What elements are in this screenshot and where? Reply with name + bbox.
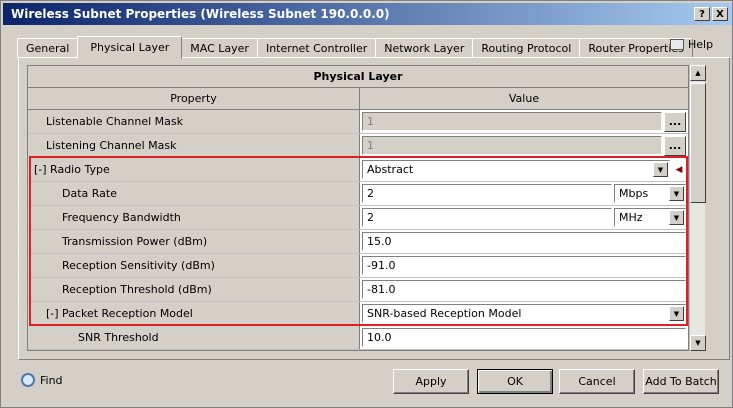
- chevron-down-icon[interactable]: ▼: [669, 186, 684, 201]
- scroll-thumb[interactable]: [690, 83, 706, 203]
- help-link[interactable]: Help: [670, 38, 713, 51]
- data-rate-unit: Mbps: [619, 187, 649, 200]
- window-title: Wireless Subnet Properties (Wireless Sub…: [11, 7, 390, 21]
- row-listenable-channel-mask: Listenable Channel Mask 1 ...: [28, 110, 688, 134]
- help-label: Help: [688, 38, 714, 51]
- column-value[interactable]: Value: [360, 88, 688, 109]
- property-label[interactable]: [-] Radio Type: [28, 158, 360, 181]
- chevron-down-icon[interactable]: ▼: [669, 306, 684, 321]
- speaker-icon[interactable]: ◀: [672, 163, 686, 177]
- cancel-button[interactable]: Cancel: [559, 369, 635, 394]
- property-label: SNR Threshold: [28, 326, 360, 349]
- scroll-up-icon[interactable]: ▲: [690, 65, 706, 81]
- property-label: Listenable Channel Mask: [28, 110, 360, 133]
- data-rate-input[interactable]: 2: [362, 184, 612, 203]
- column-property[interactable]: Property: [28, 88, 360, 109]
- section-header: Physical Layer: [28, 66, 688, 88]
- tab-routing-protocol[interactable]: Routing Protocol: [472, 38, 581, 58]
- transmission-power-input[interactable]: 15.0: [362, 232, 686, 251]
- tab-mac-layer[interactable]: MAC Layer: [181, 38, 258, 58]
- magnifier-icon: [21, 373, 35, 387]
- row-packet-reception-model: [-] Packet Reception Model SNR-based Rec…: [28, 302, 688, 326]
- row-listening-channel-mask: Listening Channel Mask 1 ...: [28, 134, 688, 158]
- ok-button[interactable]: OK: [477, 369, 553, 394]
- property-label: Transmission Power (dBm): [28, 230, 360, 253]
- frequency-bandwidth-unit-select[interactable]: MHz ▼: [614, 208, 686, 227]
- property-grid: Physical Layer Property Value Listenable…: [27, 65, 689, 351]
- property-label: Reception Threshold (dBm): [28, 278, 360, 301]
- help-title-button[interactable]: ?: [694, 7, 710, 21]
- tab-internet-controller[interactable]: Internet Controller: [256, 38, 377, 58]
- vertical-scrollbar[interactable]: ▲ ▼: [689, 65, 706, 351]
- packet-reception-model-select[interactable]: SNR-based Reception Model ▼: [362, 304, 686, 323]
- close-button[interactable]: X: [712, 7, 728, 21]
- property-label[interactable]: [-] Packet Reception Model: [28, 302, 360, 325]
- listening-channel-mask-field: 1: [362, 136, 662, 155]
- row-transmission-power: Transmission Power (dBm) 15.0: [28, 230, 688, 254]
- find-link[interactable]: Find: [21, 373, 63, 387]
- packet-reception-model-value: SNR-based Reception Model: [367, 307, 522, 320]
- find-label: Find: [40, 373, 63, 387]
- row-radio-type: [-] Radio Type Abstract ▼ ◀: [28, 158, 688, 182]
- ellipsis-button[interactable]: ...: [664, 111, 686, 132]
- row-reception-sensitivity: Reception Sensitivity (dBm) -91.0: [28, 254, 688, 278]
- dialog-window: Wireless Subnet Properties (Wireless Sub…: [0, 0, 733, 408]
- chevron-down-icon[interactable]: ▼: [653, 162, 668, 177]
- property-label: Data Rate: [28, 182, 360, 205]
- tab-strip: General Physical Layer MAC Layer Interne…: [17, 36, 693, 59]
- reception-threshold-input[interactable]: -81.0: [362, 280, 686, 299]
- tab-general[interactable]: General: [17, 38, 79, 58]
- column-header: Property Value: [28, 88, 688, 110]
- book-icon: [670, 39, 684, 50]
- listenable-channel-mask-field: 1: [362, 112, 662, 131]
- tab-physical-layer[interactable]: Physical Layer: [77, 36, 183, 59]
- add-to-batch-button[interactable]: Add To Batch: [643, 369, 719, 394]
- row-reception-threshold: Reception Threshold (dBm) -81.0: [28, 278, 688, 302]
- radio-type-select[interactable]: Abstract ▼: [362, 160, 670, 179]
- title-bar: Wireless Subnet Properties (Wireless Sub…: [3, 3, 732, 25]
- chevron-down-icon[interactable]: ▼: [669, 210, 684, 225]
- data-rate-unit-select[interactable]: Mbps ▼: [614, 184, 686, 203]
- scroll-down-icon[interactable]: ▼: [690, 335, 706, 351]
- apply-button[interactable]: Apply: [393, 369, 469, 394]
- frequency-bandwidth-input[interactable]: 2: [362, 208, 612, 227]
- frequency-bandwidth-unit: MHz: [619, 211, 643, 224]
- tab-network-layer[interactable]: Network Layer: [375, 38, 474, 58]
- reception-sensitivity-input[interactable]: -91.0: [362, 256, 686, 275]
- property-label: Frequency Bandwidth: [28, 206, 360, 229]
- property-label: Listening Channel Mask: [28, 134, 360, 157]
- snr-threshold-input[interactable]: 10.0: [362, 328, 686, 347]
- row-snr-threshold: SNR Threshold 10.0: [28, 326, 688, 350]
- radio-type-value: Abstract: [367, 163, 414, 176]
- ellipsis-button[interactable]: ...: [664, 135, 686, 156]
- row-data-rate: Data Rate 2 Mbps ▼: [28, 182, 688, 206]
- row-frequency-bandwidth: Frequency Bandwidth 2 MHz ▼: [28, 206, 688, 230]
- property-label: Reception Sensitivity (dBm): [28, 254, 360, 277]
